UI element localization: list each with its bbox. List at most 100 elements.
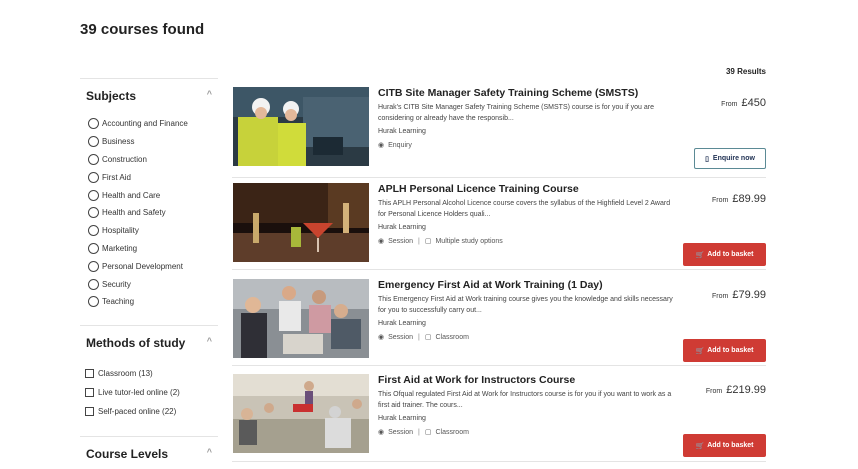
document-icon: ▯ bbox=[705, 155, 709, 163]
methods-panel: Methods of study ^ Classroom (13) Live t… bbox=[80, 324, 218, 436]
radio-icon[interactable] bbox=[88, 225, 99, 237]
course-meta: ◉ Session | ▢ Classroom bbox=[378, 428, 469, 437]
radio-icon[interactable] bbox=[88, 242, 99, 254]
card-divider bbox=[232, 177, 766, 178]
course-price: From £450 bbox=[721, 97, 766, 109]
course-card: APLH Personal Licence Training Course Th… bbox=[232, 183, 766, 271]
course-meta-type: Enquiry bbox=[388, 141, 412, 149]
course-price: From £89.99 bbox=[712, 193, 766, 205]
subject-option[interactable]: Health and Safety bbox=[80, 204, 218, 222]
subjects-header[interactable]: Subjects ^ bbox=[80, 79, 218, 111]
basket-icon: 🛒 bbox=[695, 347, 705, 355]
card-divider bbox=[232, 269, 766, 270]
radio-icon[interactable] bbox=[88, 189, 99, 201]
radio-icon[interactable] bbox=[88, 171, 99, 183]
price-value: £79.99 bbox=[732, 289, 766, 301]
course-meta-option: Classroom bbox=[435, 428, 469, 436]
checkbox-icon[interactable] bbox=[85, 387, 94, 397]
meta-separator: | bbox=[418, 237, 420, 245]
radio-icon[interactable] bbox=[88, 260, 99, 272]
subject-option[interactable]: Health and Care bbox=[80, 186, 218, 204]
subject-label: Marketing bbox=[102, 243, 138, 253]
course-card: CITB Site Manager Safety Training Scheme… bbox=[232, 87, 766, 175]
session-icon: ◉ bbox=[378, 334, 385, 341]
results-count: 39 Results bbox=[725, 67, 766, 76]
subject-option[interactable]: Personal Development bbox=[80, 257, 218, 275]
add-to-basket-button[interactable]: 🛒 Add to basket bbox=[683, 434, 766, 457]
method-option[interactable]: Classroom (13) bbox=[80, 364, 218, 383]
course-image[interactable] bbox=[233, 374, 369, 453]
subject-option[interactable]: First Aid bbox=[80, 168, 218, 186]
course-price: From £219.99 bbox=[706, 384, 766, 396]
method-option[interactable]: Live tutor-led online (2) bbox=[80, 383, 218, 402]
radio-icon[interactable] bbox=[88, 153, 99, 165]
subject-option[interactable]: Teaching bbox=[80, 293, 218, 311]
add-to-basket-label: Add to basket bbox=[707, 251, 754, 258]
price-value: £219.99 bbox=[726, 384, 766, 396]
method-option[interactable]: Self-paced online (22) bbox=[80, 402, 218, 421]
enquire-now-button[interactable]: ▯ Enquire now bbox=[694, 148, 766, 169]
course-card: First Aid at Work for Instructors Course… bbox=[232, 374, 766, 462]
page-title: 39 courses found bbox=[80, 21, 205, 38]
course-title[interactable]: APLH Personal Licence Training Course bbox=[378, 183, 579, 195]
study-option-icon: ▢ bbox=[424, 238, 432, 245]
subject-option[interactable]: Business bbox=[80, 133, 218, 151]
chevron-up-icon[interactable]: ^ bbox=[207, 89, 212, 99]
subject-label: Security bbox=[102, 279, 131, 289]
course-title[interactable]: CITB Site Manager Safety Training Scheme… bbox=[378, 87, 638, 99]
course-provider: Hurak Learning bbox=[378, 224, 426, 231]
checkbox-icon[interactable] bbox=[85, 368, 94, 378]
course-image[interactable] bbox=[233, 279, 369, 358]
study-option-icon: ▢ bbox=[424, 429, 432, 436]
subject-option[interactable]: Construction bbox=[80, 151, 218, 169]
subject-label: Business bbox=[102, 137, 135, 147]
course-description: This Emergency First Aid at Work trainin… bbox=[378, 296, 673, 314]
card-divider bbox=[232, 365, 766, 366]
course-image[interactable] bbox=[233, 183, 369, 262]
radio-icon[interactable] bbox=[88, 136, 99, 148]
subject-label: Health and Care bbox=[102, 190, 161, 200]
add-to-basket-label: Add to basket bbox=[707, 442, 754, 449]
card-divider bbox=[232, 461, 766, 462]
subject-option[interactable]: Accounting and Finance bbox=[80, 115, 218, 133]
chevron-up-icon[interactable]: ^ bbox=[207, 336, 212, 346]
course-meta-type: Session bbox=[388, 333, 414, 341]
course-description: Hurak's CITB Site Manager Safety Trainin… bbox=[378, 104, 654, 122]
course-meta-type: Session bbox=[388, 428, 414, 436]
subject-option[interactable]: Marketing bbox=[80, 240, 218, 258]
course-card: Emergency First Aid at Work Training (1 … bbox=[232, 279, 766, 367]
levels-header[interactable]: Course Levels ^ bbox=[80, 437, 218, 469]
add-to-basket-label: Add to basket bbox=[707, 347, 754, 354]
meta-separator: | bbox=[418, 428, 420, 436]
filter-sidebar: Subjects ^ Accounting and Finance Busine… bbox=[80, 78, 218, 469]
chevron-up-icon[interactable]: ^ bbox=[207, 447, 212, 457]
session-icon: ◉ bbox=[378, 238, 385, 245]
course-meta: ◉ Enquiry bbox=[378, 141, 412, 150]
radio-icon[interactable] bbox=[88, 207, 99, 219]
meta-separator: | bbox=[418, 333, 420, 341]
course-title[interactable]: First Aid at Work for Instructors Course bbox=[378, 374, 575, 386]
course-meta-type: Session bbox=[388, 237, 414, 245]
methods-title: Methods of study bbox=[86, 335, 186, 350]
subject-option[interactable]: Security bbox=[80, 275, 218, 293]
radio-icon[interactable] bbox=[88, 278, 99, 290]
price-prefix: From bbox=[712, 197, 729, 204]
course-provider: Hurak Learning bbox=[378, 320, 426, 327]
checkbox-icon[interactable] bbox=[85, 406, 94, 416]
course-price: From £79.99 bbox=[712, 289, 766, 301]
add-to-basket-button[interactable]: 🛒 Add to basket bbox=[683, 339, 766, 362]
price-prefix: From bbox=[705, 388, 723, 395]
method-label: Classroom (13) bbox=[98, 368, 153, 378]
price-value: £450 bbox=[741, 97, 766, 109]
subject-label: Hospitality bbox=[102, 226, 139, 236]
course-image[interactable] bbox=[233, 87, 369, 166]
add-to-basket-button[interactable]: 🛒 Add to basket bbox=[683, 243, 766, 266]
subject-option[interactable]: Hospitality bbox=[80, 222, 218, 240]
radio-icon[interactable] bbox=[88, 296, 99, 308]
course-title[interactable]: Emergency First Aid at Work Training (1 … bbox=[378, 279, 603, 291]
methods-header[interactable]: Methods of study ^ bbox=[80, 326, 218, 362]
price-prefix: From bbox=[712, 293, 729, 300]
price-prefix: From bbox=[721, 101, 738, 108]
course-description: This Ofqual regulated First Aid at Work … bbox=[378, 391, 672, 409]
radio-icon[interactable] bbox=[88, 118, 99, 130]
